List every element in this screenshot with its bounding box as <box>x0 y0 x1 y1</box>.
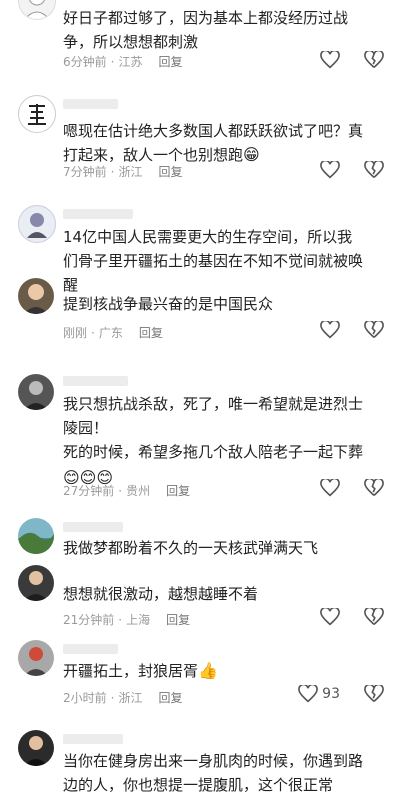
comment-text: 当你在健身房出来一身肌肉的时候，你遇到路边的人，你也想提一提腹肌，这个很正常 <box>63 752 364 794</box>
avatar[interactable] <box>18 95 56 133</box>
dislike-button[interactable] <box>364 161 384 179</box>
comment-actions <box>320 51 384 69</box>
dislike-button[interactable] <box>364 51 384 69</box>
like-button[interactable]: 93 <box>298 685 340 703</box>
heart-icon <box>320 479 340 497</box>
broken-heart-icon <box>364 51 384 68</box>
comment-text: 想想就很激动，越想越睡不着 <box>63 585 259 603</box>
dislike-button[interactable] <box>364 685 384 703</box>
avatar[interactable] <box>18 730 54 766</box>
reply-button[interactable]: 回复 <box>139 324 163 341</box>
dislike-button[interactable] <box>364 479 384 497</box>
comment-meta: 刚刚 · 广东 回复 <box>63 324 163 341</box>
comment-meta: 27分钟前 · 贵州 回复 <box>63 482 191 499</box>
reply-button[interactable]: 回复 <box>158 53 182 70</box>
heart-icon <box>320 161 340 179</box>
comment-time: 21分钟前 <box>63 613 115 627</box>
dislike-button[interactable] <box>364 321 384 339</box>
reply-button[interactable]: 回复 <box>166 611 190 628</box>
comment-time: 7分钟前 <box>63 165 107 179</box>
comment-meta: 6分钟前 · 江苏 回复 <box>63 53 183 70</box>
comment-meta: 2小时前 · 浙江 回复 <box>63 689 183 706</box>
reply-button[interactable]: 回复 <box>158 689 182 706</box>
comment-item: 14亿中国人民需要更大的生存空间，所以我们骨子里开疆拓土的基因在不知不觉间就被唤… <box>0 203 400 294</box>
avatar[interactable] <box>18 518 54 554</box>
like-button[interactable] <box>320 479 340 497</box>
heart-icon <box>320 321 340 339</box>
broken-heart-icon <box>364 608 384 625</box>
username-placeholder[interactable] <box>63 734 123 744</box>
username-placeholder[interactable] <box>63 209 133 219</box>
comment-actions <box>320 479 384 497</box>
comment-time: 27分钟前 <box>63 484 115 498</box>
avatar[interactable] <box>18 374 54 410</box>
dislike-button[interactable] <box>364 608 384 626</box>
like-button[interactable] <box>320 608 340 626</box>
reply-button[interactable]: 回复 <box>166 482 190 499</box>
comment-text: 我只想抗战杀敌，死了，唯一希望就是进烈士陵园！ 死的时候，希望多拖几个敌人陪老子… <box>63 392 363 490</box>
comment-meta: 21分钟前 · 上海 回复 <box>63 611 191 628</box>
comment-text: 开疆拓土，封狼居胥👍 <box>63 659 363 683</box>
reply-button[interactable]: 回复 <box>158 163 182 180</box>
heart-icon <box>320 608 340 626</box>
comment-actions <box>320 161 384 179</box>
thumbs-up-emoji: 👍 <box>198 661 218 680</box>
comment-item: 提到核战争最兴奋的是中国民众 刚刚 · 广东 回复 <box>0 278 400 348</box>
comment-time: 刚刚 <box>63 326 88 340</box>
comment-text: 嗯现在估计绝大多数国人都跃跃欲试了吧？真打起来，敌人一个也别想跑😁 <box>63 119 363 167</box>
broken-heart-icon <box>364 321 384 338</box>
comment-item: 想想就很激动，越想越睡不着 21分钟前 · 上海 回复 <box>0 565 400 628</box>
comment-location: 上海 <box>126 613 151 627</box>
avatar[interactable] <box>18 565 54 601</box>
avatar[interactable] <box>18 278 54 314</box>
comment-actions <box>320 608 384 626</box>
comment-item: 我只想抗战杀敌，死了，唯一希望就是进烈士陵园！ 死的时候，希望多拖几个敌人陪老子… <box>0 372 400 502</box>
comment-location: 贵州 <box>126 484 151 498</box>
comment-item: 我做梦都盼着不久的一天核武弹满天飞 <box>0 518 400 563</box>
username-placeholder[interactable] <box>63 644 118 654</box>
comment-text: 好日子都过够了，因为基本上都没经历过战争，所以想想都刺激 <box>63 9 349 51</box>
comment-location: 浙江 <box>118 691 143 705</box>
avatar[interactable] <box>18 205 56 243</box>
heart-icon <box>320 51 340 69</box>
heart-icon <box>298 685 318 703</box>
comment-item: 当你在健身房出来一身肌肉的时候，你遇到路边的人，你也想提一提腹肌，这个很正常 <box>0 728 400 800</box>
comment-item: 嗯现在估计绝大多数国人都跃跃欲试了吧？真打起来，敌人一个也别想跑😁 7分钟前 · … <box>0 95 400 190</box>
comment-location: 江苏 <box>118 55 143 69</box>
comment-text: 我做梦都盼着不久的一天核武弹满天飞 <box>63 539 319 557</box>
broken-heart-icon <box>364 479 384 496</box>
avatar[interactable] <box>18 640 54 676</box>
like-button[interactable] <box>320 161 340 179</box>
username-placeholder[interactable] <box>63 376 128 386</box>
broken-heart-icon <box>364 685 384 702</box>
comment-meta: 7分钟前 · 浙江 回复 <box>63 163 183 180</box>
like-count: 93 <box>322 686 340 702</box>
username-placeholder[interactable] <box>63 522 123 532</box>
comment-actions <box>320 321 384 339</box>
comment-item: 开疆拓土，封狼居胥👍 2小时前 · 浙江 回复 93 <box>0 640 400 710</box>
broken-heart-icon <box>364 161 384 178</box>
like-button[interactable] <box>320 51 340 69</box>
avatar[interactable] <box>18 0 56 20</box>
comment-actions: 93 <box>298 685 384 703</box>
comment-time: 2小时前 <box>63 691 107 705</box>
comment-location: 广东 <box>98 326 123 340</box>
comment-item: 好日子都过够了，因为基本上都没经历过战争，所以想想都刺激 6分钟前 · 江苏 回复 <box>0 0 400 75</box>
like-button[interactable] <box>320 321 340 339</box>
comment-location: 浙江 <box>118 165 143 179</box>
comment-time: 6分钟前 <box>63 55 107 69</box>
username-placeholder[interactable] <box>63 99 118 109</box>
grin-emoji: 😁 <box>243 145 260 164</box>
comment-text: 提到核战争最兴奋的是中国民众 <box>63 295 274 313</box>
